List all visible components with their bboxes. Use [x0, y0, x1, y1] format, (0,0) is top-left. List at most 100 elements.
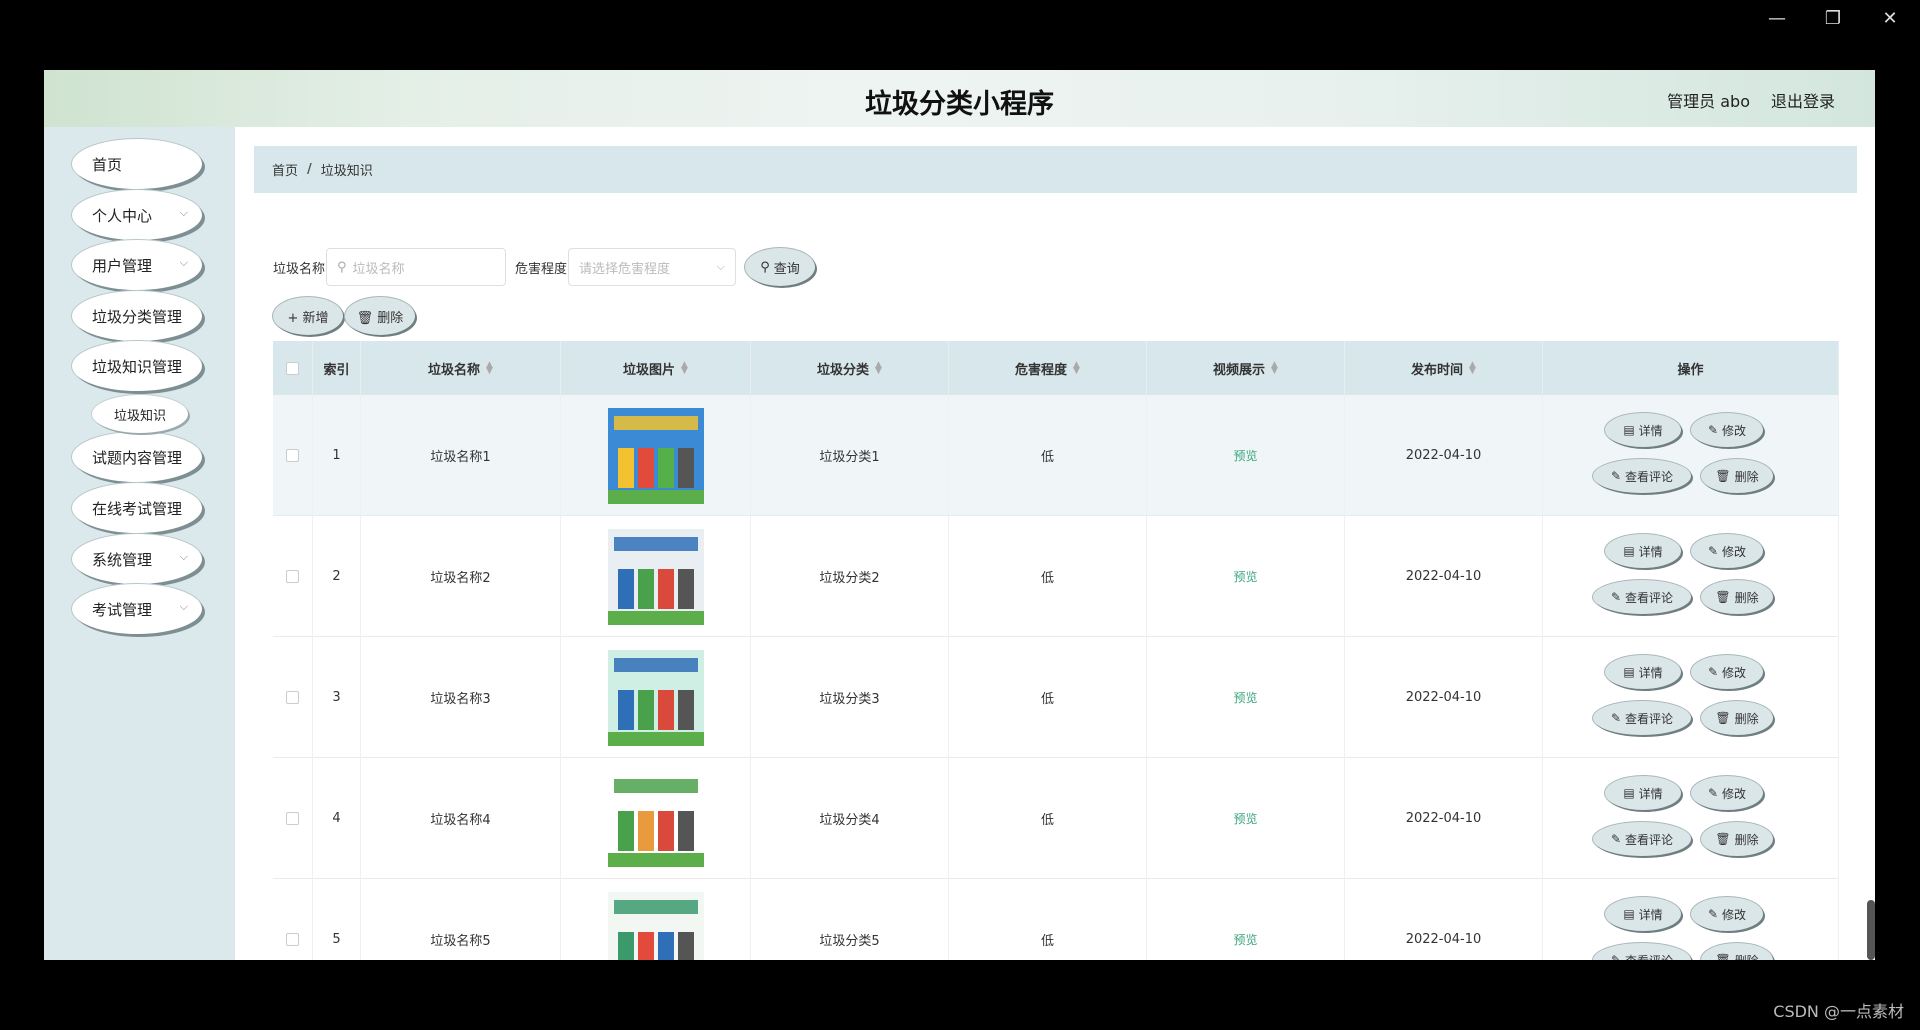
- sidebar-item-6[interactable]: 试题内容管理: [72, 432, 202, 482]
- video-preview-link[interactable]: 预览: [1233, 931, 1257, 948]
- document-icon: ▤: [1623, 423, 1635, 437]
- sort-icon[interactable]: ▲ ▼: [1073, 361, 1080, 376]
- sidebar-item-9[interactable]: 考试管理 ⌵: [72, 584, 202, 634]
- bulk-delete-button[interactable]: 🗑 删除: [345, 297, 415, 335]
- edit-button[interactable]: ✎ 修改: [1691, 776, 1763, 810]
- sidebar-item-4[interactable]: 垃圾分类管理: [72, 291, 202, 341]
- view-comments-button[interactable]: ✎查看评论: [1593, 580, 1691, 614]
- column-header-7[interactable]: 发布时间 ▲ ▼: [1345, 341, 1543, 395]
- category-cell-text: 垃圾分类4: [819, 813, 880, 828]
- sidebar-item-1[interactable]: 首页: [72, 139, 202, 189]
- level-cell-text: 低: [1040, 571, 1054, 586]
- date-cell-text: 2022-04-10: [1405, 448, 1482, 463]
- view-comments-button[interactable]: ✎查看评论: [1593, 943, 1691, 960]
- minimize-icon[interactable]: —: [1757, 8, 1797, 29]
- add-button[interactable]: + 新增: [273, 297, 343, 335]
- detail-button[interactable]: ▤ 详情: [1605, 897, 1681, 931]
- column-header-1: 索引: [313, 341, 361, 395]
- table-row[interactable]: 1 垃圾名称1 垃圾分类1 低预览 2022-04-10 ▤ 详情 ✎ 修改 ✎ 查看评论 🗑 删除: [273, 395, 1839, 516]
- row-checkbox[interactable]: [286, 691, 299, 704]
- trash-icon: 🗑: [1715, 711, 1731, 725]
- image-cell: [561, 879, 751, 960]
- breadcrumb-home[interactable]: 首页: [272, 160, 298, 179]
- delete-button[interactable]: 🗑删除: [1701, 459, 1773, 493]
- sidebar-item-label: 垃圾分类管理: [92, 307, 183, 326]
- sort-icon[interactable]: ▲ ▼: [1271, 361, 1278, 376]
- detail-button[interactable]: ▤ 详情: [1605, 776, 1681, 810]
- edit-button[interactable]: ✎ 修改: [1691, 655, 1763, 689]
- sort-icon[interactable]: ▲ ▼: [486, 361, 493, 376]
- detail-button[interactable]: ▤ 详情: [1605, 534, 1681, 568]
- delete-button[interactable]: 🗑删除: [1701, 822, 1773, 856]
- view-comments-button[interactable]: ✎查看评论: [1593, 459, 1691, 493]
- name-cell: 垃圾名称3: [361, 637, 561, 758]
- delete-button[interactable]: 🗑删除: [1701, 580, 1773, 614]
- document-icon: ▤: [1623, 665, 1635, 679]
- close-icon[interactable]: ✕: [1870, 8, 1910, 29]
- detail-button[interactable]: ▤ 详情: [1605, 413, 1681, 447]
- sidebar-item-2[interactable]: 个人中心 ⌵: [72, 190, 202, 240]
- garbage-image[interactable]: [607, 891, 704, 960]
- logout-link[interactable]: 退出登录: [1771, 88, 1835, 112]
- table-row[interactable]: 5垃圾名称5垃圾分类5低预览2022-04-10▤详情✎修改✎查看评论🗑删除: [273, 879, 1839, 960]
- edit-button[interactable]: ✎ 修改: [1691, 534, 1763, 568]
- sort-icon[interactable]: ▲ ▼: [875, 361, 882, 376]
- column-header-6[interactable]: 视频展示 ▲ ▼: [1147, 341, 1345, 395]
- name-cell: 垃圾名称1: [361, 395, 561, 516]
- garbage-image[interactable]: [607, 770, 704, 867]
- edit-button[interactable]: ✎ 修改: [1691, 413, 1763, 447]
- table-row[interactable]: 2 垃圾名称2 垃圾分类2 低预览 2022-04-10 ▤ 详情 ✎ 修改 ✎ 查看评论 🗑 删除: [273, 516, 1839, 637]
- video-preview-link[interactable]: 预览: [1233, 810, 1257, 827]
- table-row[interactable]: 4 垃圾名称4 垃圾分类4 低预览 2022-04-10 ▤ 详情 ✎ 修改 ✎ 查看评论 🗑 删除: [273, 758, 1839, 879]
- detail-button[interactable]: ▤ 详情: [1605, 655, 1681, 689]
- detail-button-label: 详情: [1638, 665, 1663, 680]
- name-cell-text: 垃圾名称3: [430, 692, 491, 707]
- video-preview-link[interactable]: 预览: [1233, 568, 1257, 585]
- restore-icon[interactable]: ❐: [1813, 8, 1853, 29]
- name-cell-text: 垃圾名称1: [430, 450, 491, 465]
- column-header-2[interactable]: 垃圾名称 ▲ ▼: [361, 341, 561, 395]
- level-select[interactable]: 请选择危害程度 ⌵: [568, 248, 736, 286]
- sidebar-item-7[interactable]: 在线考试管理: [72, 483, 202, 533]
- delete-button[interactable]: 🗑删除: [1701, 943, 1773, 960]
- garbage-image[interactable]: [607, 407, 704, 504]
- view-comments-button[interactable]: ✎查看评论: [1593, 822, 1691, 856]
- row-checkbox[interactable]: [286, 449, 299, 462]
- video-preview-link[interactable]: 预览: [1233, 447, 1257, 464]
- sort-icon[interactable]: ▲ ▼: [681, 361, 688, 376]
- delete-button[interactable]: 🗑删除: [1701, 701, 1773, 735]
- garbage-image[interactable]: [607, 649, 704, 746]
- table-row[interactable]: 3 垃圾名称3 垃圾分类3 低预览 2022-04-10 ▤ 详情 ✎ 修改 ✎ 查看评论 🗑 删除: [273, 637, 1839, 758]
- view-comments-button[interactable]: ✎查看评论: [1593, 701, 1691, 735]
- sort-icon[interactable]: ▲ ▼: [1469, 361, 1476, 376]
- row-checkbox[interactable]: [286, 812, 299, 825]
- image-cell: [561, 516, 751, 637]
- sidebar-item-3[interactable]: 用户管理 ⌵: [72, 240, 202, 290]
- column-header-4[interactable]: 垃圾分类 ▲ ▼: [751, 341, 949, 395]
- query-button[interactable]: ⚲ 查询: [745, 248, 815, 286]
- name-search-input[interactable]: ⚲ 垃圾名称: [326, 248, 506, 286]
- sidebar-item-8[interactable]: 系统管理 ⌵: [72, 534, 202, 584]
- actions-cell: ▤详情 ✎修改✎查看评论 🗑删除: [1543, 637, 1839, 758]
- sidebar-item-5[interactable]: 垃圾知识管理: [72, 341, 202, 391]
- name-cell: 垃圾名称4: [361, 758, 561, 879]
- scrollbar[interactable]: [1867, 900, 1875, 960]
- video-cell: 预览: [1147, 637, 1345, 758]
- select-all-checkbox[interactable]: [273, 341, 313, 395]
- row-checkbox[interactable]: [286, 933, 299, 946]
- sidebar-item-label: 试题内容管理: [92, 448, 183, 467]
- column-header-5[interactable]: 危害程度 ▲ ▼: [949, 341, 1147, 395]
- garbage-image[interactable]: [607, 528, 704, 625]
- main-content: 首页 / 垃圾知识 垃圾名称 ⚲ 垃圾名称 危害程度 请选择危害程度 ⌵ ⚲ 查…: [235, 127, 1875, 960]
- row-checkbox[interactable]: [286, 570, 299, 583]
- search-icon: ⚲: [337, 259, 347, 275]
- level-select-placeholder: 请选择危害程度: [579, 261, 671, 277]
- sidebar-subitem-knowledge[interactable]: 垃圾知识: [92, 395, 188, 433]
- edit-button[interactable]: ✎ 修改: [1691, 897, 1763, 931]
- detail-button-label: 详情: [1638, 786, 1663, 801]
- video-preview-link[interactable]: 预览: [1233, 689, 1257, 706]
- image-cell: [561, 395, 751, 516]
- checkbox-box[interactable]: [286, 361, 299, 375]
- column-header-3[interactable]: 垃圾图片 ▲ ▼: [561, 341, 751, 395]
- date-cell: 2022-04-10: [1345, 758, 1543, 879]
